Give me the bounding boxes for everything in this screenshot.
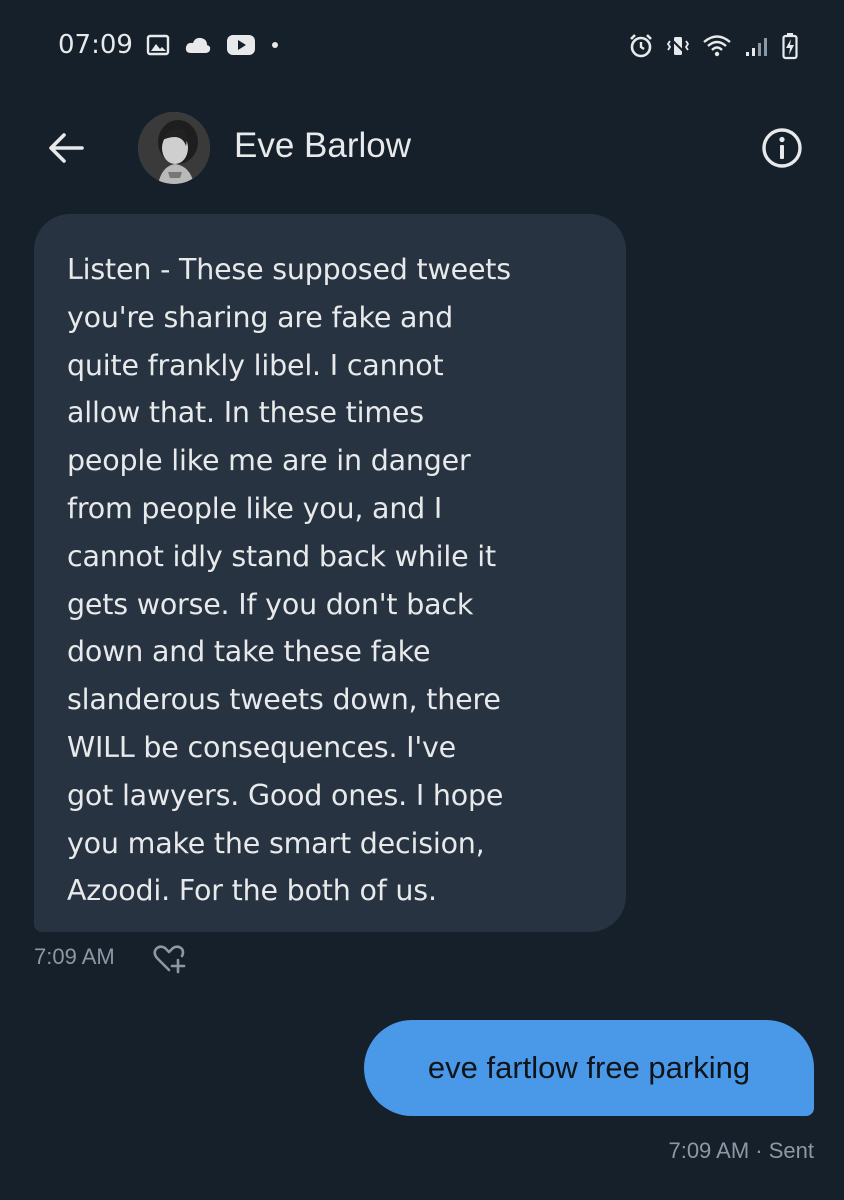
alarm-icon [630,34,652,58]
received-message-time: 7:09 AM [34,944,115,969]
avatar-portrait [138,112,210,184]
contact-avatar[interactable] [138,112,210,184]
vibrate-icon [666,36,690,56]
more-dot-icon [272,42,278,48]
system-icons [628,32,798,60]
status-time: 07:09 [58,30,133,60]
wifi-icon [703,35,731,57]
back-arrow-icon[interactable] [46,130,86,166]
conversation-header: Eve Barlow [0,108,844,188]
gallery-icon [146,34,170,56]
cloud-icon [185,37,211,53]
youtube-icon [227,35,255,55]
sent-message-status: 7:09 AM · Sent [668,1138,814,1163]
info-icon[interactable] [760,126,804,170]
heart-plus-icon[interactable] [152,944,186,974]
received-message-bubble[interactable]: Listen - These supposed tweets you're sh… [34,214,626,932]
sent-message-text: eve fartlow free parking [427,1050,751,1085]
notification-icons [146,34,280,56]
sent-message-bubble[interactable]: eve fartlow free parking [364,1020,814,1116]
status-bar: 07:09 [0,0,844,90]
battery-charging-icon [782,33,798,60]
received-message-text: Listen - These supposed tweets you're sh… [67,253,511,908]
contact-name[interactable]: Eve Barlow [234,126,411,166]
signal-icon [746,38,767,56]
